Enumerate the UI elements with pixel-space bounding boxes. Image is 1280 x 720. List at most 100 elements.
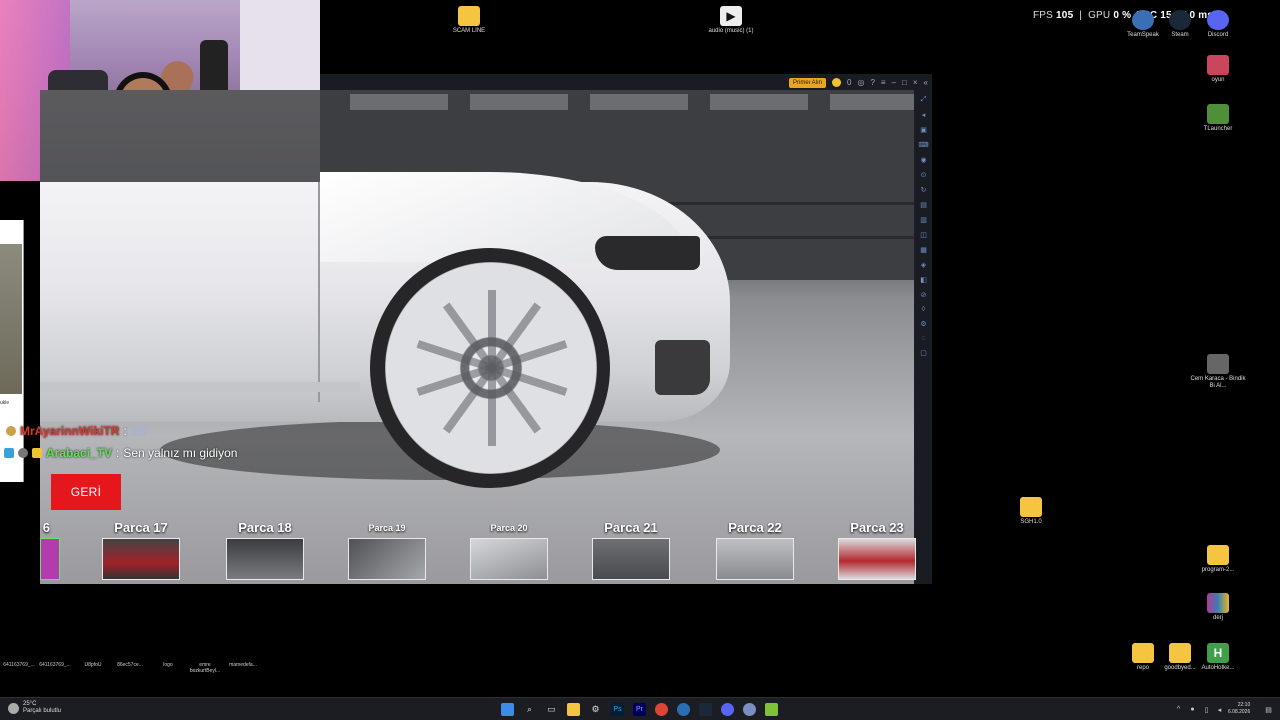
image-icon <box>0 650 38 662</box>
part-item[interactable]: Parca 22 <box>710 518 800 584</box>
chrome-icon[interactable] <box>655 703 668 716</box>
part-thumbnail <box>592 538 670 580</box>
part-item[interactable]: 6 <box>0 518 62 584</box>
taskbar: 25°C Parçalı bulutlu ⌕ ▭ ⚙ Ps Pr ^ ● ▯ ◂… <box>0 697 1280 720</box>
help-icon[interactable]: ? <box>870 78 874 87</box>
obs-icon[interactable] <box>743 703 756 716</box>
desktop-icon-oyun[interactable]: oyun <box>1190 55 1246 84</box>
notification-icon[interactable]: ▤ <box>1262 703 1275 716</box>
promo-button[interactable]: Primeı Alın <box>789 77 827 88</box>
keyboard-icon[interactable]: ⌨ <box>918 141 928 149</box>
record-icon[interactable]: ◫ <box>920 231 927 239</box>
screen-icon[interactable]: ▣ <box>920 126 927 134</box>
screenshot-icon[interactable]: ▥ <box>920 216 927 224</box>
app-icon <box>1207 55 1229 75</box>
sync-icon[interactable]: ⊘ <box>921 291 927 299</box>
image-icon <box>186 650 224 662</box>
close-icon[interactable]: × <box>913 78 918 87</box>
coin-icon <box>832 78 842 87</box>
help-side-icon[interactable]: ◌ <box>921 335 925 342</box>
desktop: SCAM LINE ▶ audio (music) (1) FPS 105 | … <box>0 0 1280 697</box>
desktop-icon-image-3[interactable]: U8pfoU <box>74 650 112 668</box>
video-icon <box>1207 354 1229 374</box>
desktop-icon-image-6[interactable]: emre bozkurtBeyl... <box>186 650 224 674</box>
part-thumbnail <box>348 538 426 580</box>
location-icon[interactable]: ⊙ <box>921 171 927 179</box>
part-item[interactable]: Parca 18 <box>220 518 310 584</box>
eco-icon[interactable]: ◊ <box>922 306 925 313</box>
game-viewport[interactable] <box>40 90 914 584</box>
part-item[interactable]: Parca 23 <box>832 518 922 584</box>
volume-icon[interactable]: ◂ <box>922 111 926 119</box>
emulator-sidebar: ⤢ ◂ ▣ ⌨ ◉ ⊙ ↻ ▤ ▥ ◫ ▦ ◈ ◧ ⊘ ◊ ⚙ ◌ ▢ <box>915 91 932 584</box>
microphone-icon[interactable]: ● <box>1186 703 1199 716</box>
minimize-icon[interactable]: – <box>892 78 896 87</box>
media-icon[interactable]: ▦ <box>920 246 927 254</box>
macro-icon[interactable]: ◈ <box>921 261 926 269</box>
part-item[interactable]: Parca 20 <box>464 518 554 584</box>
bluestacks-icon[interactable] <box>765 703 778 716</box>
image-icon <box>74 650 112 662</box>
winrar-icon <box>1207 593 1229 613</box>
steam-icon[interactable] <box>699 703 712 716</box>
apk-icon[interactable]: ▤ <box>920 201 927 209</box>
notification-icon[interactable]: ◎ <box>857 78 864 87</box>
search-icon[interactable]: ⌕ <box>523 703 536 716</box>
panel-image <box>0 244 22 394</box>
image-icon <box>36 650 74 662</box>
desktop-icon-image-1[interactable]: 641163769_... <box>0 650 38 668</box>
photoshop-icon[interactable]: Ps <box>611 703 624 716</box>
desktop-icon-image-5[interactable]: logo <box>149 650 187 668</box>
desktop-icon-autohotkey[interactable]: H AutoHotke... <box>1190 643 1246 672</box>
emote-icon <box>130 426 147 436</box>
expand-icon[interactable]: ▢ <box>920 349 927 357</box>
desktop-icon-sgh[interactable]: SGH1.0 <box>1003 497 1059 526</box>
desktop-icon-cem-karaca[interactable]: Cem Karaca - Bindik Bi Al... <box>1190 354 1246 390</box>
part-thumbnail <box>102 538 180 580</box>
autohotkey-icon: H <box>1207 643 1229 663</box>
discord-icon[interactable] <box>721 703 734 716</box>
back-button[interactable]: GERİ <box>51 474 121 510</box>
part-item[interactable]: Parca 17 <box>96 518 186 584</box>
chat-message: MrAyarinnWikiTR : <box>0 420 320 442</box>
desktop-icon-image-4[interactable]: 86ec57ce... <box>111 650 149 668</box>
badge-icon <box>4 448 14 458</box>
instances-icon[interactable]: ◧ <box>920 276 927 284</box>
menu-icon[interactable]: ≡ <box>881 78 886 87</box>
desktop-icon-image-7[interactable]: mamedefa... <box>224 650 262 668</box>
fullscreen-icon[interactable]: ⤢ <box>921 96 927 104</box>
crown-icon <box>32 448 42 458</box>
start-icon[interactable] <box>501 703 514 716</box>
task-view-icon[interactable]: ▭ <box>545 703 558 716</box>
settings-icon[interactable]: ⚙ <box>920 320 926 328</box>
desktop-icon-derj[interactable]: derj <box>1190 593 1246 622</box>
folder-icon <box>458 6 480 26</box>
car-grille <box>655 340 710 395</box>
desktop-icon-discord[interactable]: Discord <box>1190 10 1246 39</box>
tray-overflow-icon[interactable]: ^ <box>1172 703 1185 716</box>
folder-icon <box>1132 643 1154 663</box>
image-icon <box>149 650 187 662</box>
rotate-icon[interactable]: ↻ <box>921 186 927 194</box>
weather-widget[interactable]: 25°C Parçalı bulutlu <box>8 701 61 715</box>
desktop-icon-image-2[interactable]: 641163769_... <box>36 650 74 668</box>
part-item[interactable]: Parca 19 <box>342 518 432 584</box>
desktop-icon-program[interactable]: program-2... <box>1190 545 1246 574</box>
teamspeak-icon <box>1132 10 1154 30</box>
volume-icon[interactable]: ◂ <box>1213 703 1226 716</box>
clock[interactable]: 22:10 6.08.2026 <box>1228 702 1250 716</box>
part-item[interactable]: Parca 21 <box>586 518 676 584</box>
network-icon[interactable]: ▯ <box>1200 703 1213 716</box>
chat-text: Sen yalnız mı gidiyon <box>123 446 238 460</box>
desktop-icon-tlauncher[interactable]: TLauncher <box>1190 104 1246 133</box>
maximize-icon[interactable]: □ <box>902 78 907 87</box>
desktop-icon-audio[interactable]: ▶ audio (music) (1) <box>703 6 759 35</box>
app-icon[interactable] <box>677 703 690 716</box>
settings-icon[interactable]: ⚙ <box>589 703 602 716</box>
desktop-icon-scam-line[interactable]: SCAM LINE <box>441 6 497 35</box>
sidebar-toggle-icon[interactable]: « <box>924 78 928 87</box>
discord-icon <box>1207 10 1229 30</box>
premiere-icon[interactable]: Pr <box>633 703 646 716</box>
file-explorer-icon[interactable] <box>567 703 580 716</box>
gamepad-icon[interactable]: ◉ <box>920 156 926 164</box>
